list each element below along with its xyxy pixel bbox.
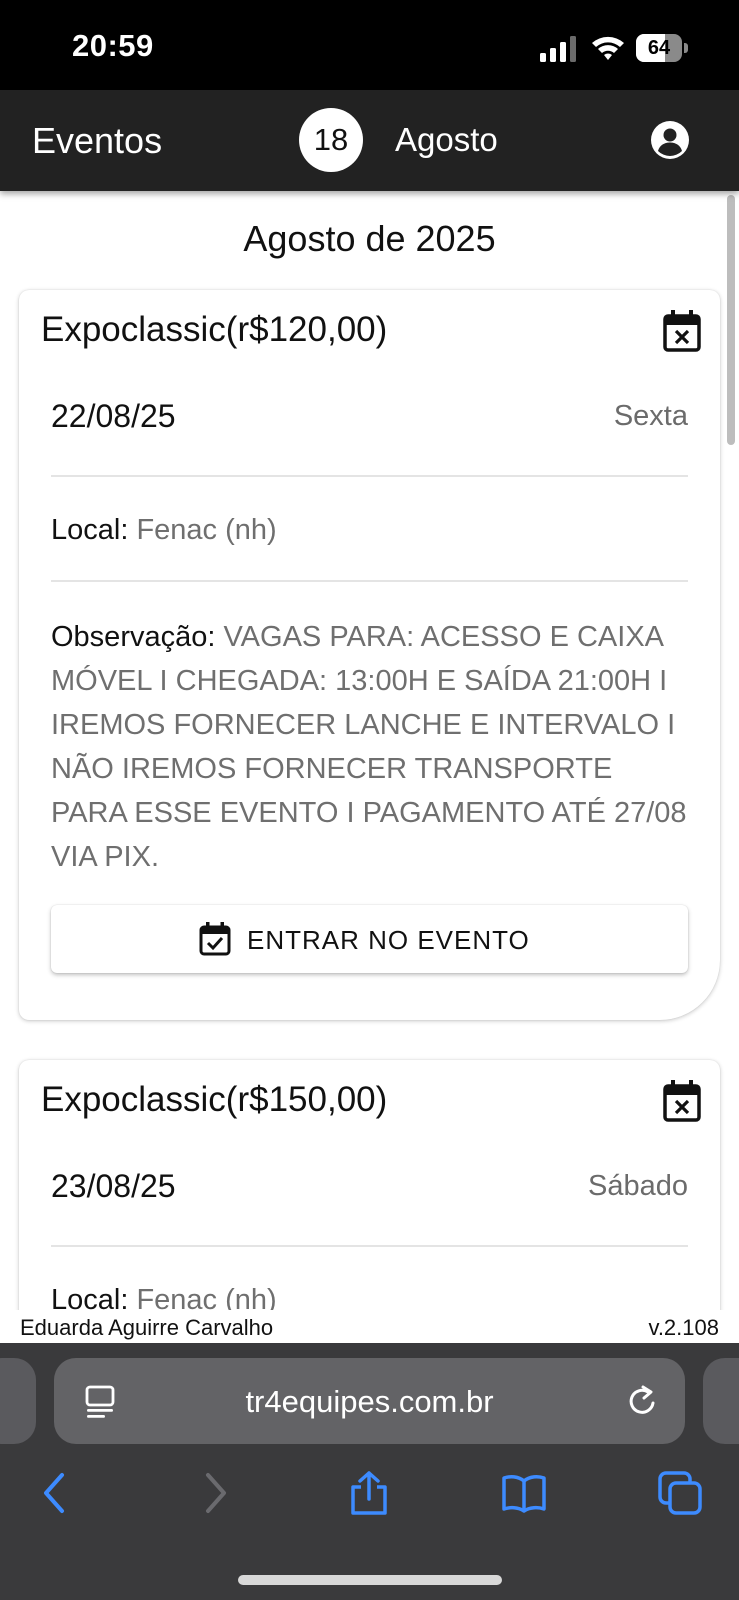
event-title: Expoclassic(r$150,00) xyxy=(41,1080,388,1119)
day-badge[interactable]: 18 xyxy=(299,108,363,172)
tabs-icon[interactable] xyxy=(658,1471,702,1515)
share-icon[interactable] xyxy=(347,1471,391,1515)
battery-body: 64 xyxy=(636,34,682,62)
location-value: Fenac (nh) xyxy=(136,514,277,546)
event-title: Expoclassic(r$120,00) xyxy=(41,310,388,349)
next-tab-preview[interactable] xyxy=(703,1358,739,1444)
wifi-icon xyxy=(592,36,624,60)
calendar-remove-icon[interactable] xyxy=(663,310,701,352)
bookmarks-icon[interactable] xyxy=(502,1471,546,1515)
enter-event-label: ENTRAR NO EVENTO xyxy=(247,925,530,955)
status-time: 20:59 xyxy=(72,28,154,63)
cellular-signal-icon xyxy=(540,36,576,62)
app-version: v.2.108 xyxy=(648,1315,719,1340)
divider xyxy=(51,580,688,582)
observation-label: Observação: xyxy=(51,621,216,653)
event-weekday: Sábado xyxy=(588,1170,688,1202)
user-name: Eduarda Aguirre Carvalho xyxy=(20,1315,274,1340)
battery-percentage: 64 xyxy=(647,37,671,59)
app-title[interactable]: Eventos xyxy=(32,120,162,162)
status-bar: 20:59 64 xyxy=(0,0,739,90)
event-date: 23/08/25 xyxy=(51,1168,176,1204)
enter-event-button[interactable]: ENTRAR NO EVENTO xyxy=(51,905,688,973)
page-title: Agosto de 2025 xyxy=(243,218,496,259)
home-indicator[interactable] xyxy=(238,1575,502,1585)
location-label: Local: xyxy=(51,514,129,546)
battery-indicator: 64 xyxy=(636,34,688,62)
battery-nub xyxy=(684,43,688,53)
event-weekday: Sexta xyxy=(613,400,688,432)
app-bar: Eventos 18 Agosto xyxy=(0,90,739,191)
event-location: Local: Fenac (nh) xyxy=(51,514,277,547)
event-observation: Observação: VAGAS PARA: ACESSO E CAIXA M… xyxy=(51,615,691,879)
observation-value: VAGAS PARA: ACESSO E CAIXA MÓVEL I CHEGA… xyxy=(51,621,687,873)
divider xyxy=(51,1245,688,1247)
month-selector[interactable]: Agosto xyxy=(395,121,498,159)
address-bar[interactable]: tr4equipes.com.br xyxy=(54,1358,685,1444)
event-date: 22/08/25 xyxy=(51,398,176,434)
footer: Eduarda Aguirre Carvalho v.2.108 xyxy=(0,1310,739,1343)
reload-icon[interactable] xyxy=(626,1384,660,1418)
previous-tab-preview[interactable] xyxy=(0,1358,36,1444)
account-circle-icon[interactable] xyxy=(650,120,690,160)
back-icon[interactable] xyxy=(34,1471,78,1515)
forward-icon[interactable] xyxy=(192,1471,236,1515)
calendar-remove-icon[interactable] xyxy=(663,1080,701,1122)
event-card: Expoclassic(r$120,00) 22/08/25 Sexta Loc… xyxy=(19,290,720,1020)
browser-toolbar: tr4equipes.com.br xyxy=(0,1343,739,1600)
divider xyxy=(51,475,688,477)
calendar-check-icon xyxy=(199,922,231,956)
url-text[interactable]: tr4equipes.com.br xyxy=(54,1384,685,1420)
